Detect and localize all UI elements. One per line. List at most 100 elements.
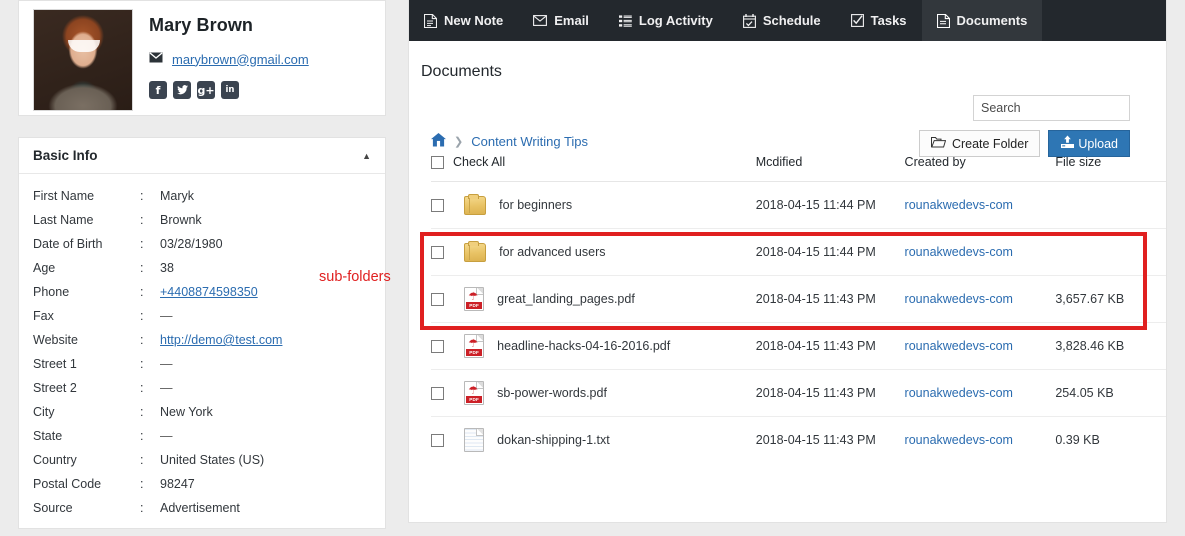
modified-date: 2018-04-15 11:44 PM: [755, 181, 905, 229]
info-value: 38: [160, 261, 174, 275]
table-row[interactable]: dokan-shipping-1.txt 2018-04-15 11:43 PM r…: [431, 416, 1166, 464]
document-icon: [936, 13, 950, 28]
column-header-modified[interactable]: Mcdified: [756, 155, 905, 182]
file-size: 3,828.46 KB: [1055, 322, 1166, 370]
row-checkbox[interactable]: [431, 293, 444, 307]
documents-table: Check All Mcdified Created by File size …: [431, 155, 1166, 464]
info-value: Advertisement: [160, 501, 240, 515]
info-colon: :: [140, 501, 144, 515]
create-folder-button[interactable]: Create Folder: [918, 130, 1041, 157]
info-row: Fax: —: [19, 304, 385, 328]
file-size: [1055, 181, 1166, 229]
google-plus-icon[interactable]: g+: [197, 81, 215, 99]
info-colon: :: [140, 213, 144, 227]
info-label: Phone: [33, 285, 70, 299]
row-checkbox[interactable]: [431, 199, 444, 213]
created-by-link[interactable]: rounakwedevs-com: [905, 433, 1013, 447]
created-by-link[interactable]: rounakwedevs-com: [905, 292, 1013, 306]
tab-schedule[interactable]: Schedule: [728, 0, 836, 41]
table-row[interactable]: for advanced users 2018-04-15 11:44 PM rou…: [431, 228, 1166, 276]
check-square-icon: [850, 14, 864, 27]
documents-toolbar: Documents Create Folder Upload: [421, 41, 1154, 157]
modified-date: 2018-04-15 11:43 PM: [755, 369, 905, 417]
avatar: [33, 9, 133, 111]
file-name[interactable]: sb-power-words.pdf: [497, 386, 607, 400]
breadcrumb-current[interactable]: Content Writing Tips: [471, 134, 588, 149]
info-label: State: [33, 429, 63, 443]
info-label: Postal Code: [33, 477, 102, 491]
info-row: Country: United States (US): [19, 448, 385, 472]
file-size: 0.39 KB: [1055, 416, 1166, 464]
row-checkbox[interactable]: [431, 340, 444, 354]
file-name[interactable]: great_landing_pages.pdf: [497, 292, 635, 306]
modified-date: 2018-04-15 11:44 PM: [755, 228, 905, 276]
column-header-file-size[interactable]: File size: [1055, 155, 1166, 182]
tab-documents[interactable]: Documents: [921, 0, 1043, 41]
row-checkbox[interactable]: [431, 387, 444, 401]
folder-icon: [464, 193, 487, 215]
pdf-icon: ☂ PDF: [464, 287, 485, 311]
created-by-link[interactable]: rounakwedevs-com: [905, 245, 1013, 259]
tab-label: Tasks: [870, 13, 907, 28]
list-icon: [618, 14, 632, 27]
basic-info-header[interactable]: Basic Info ▲: [19, 138, 385, 174]
info-colon: :: [140, 189, 144, 203]
linkedin-icon[interactable]: in: [221, 81, 239, 99]
table-row[interactable]: ☂ PDF headline-hacks-04-16-2016.pdf 2018-04…: [431, 322, 1166, 370]
table-row[interactable]: for beginners 2018-04-15 11:44 PM rounakwe…: [431, 181, 1166, 229]
info-row: Last Name: Brownk: [19, 208, 385, 232]
info-colon: :: [140, 285, 144, 299]
social-links: f g+ in: [149, 81, 309, 99]
tab-bar: New Note Email Log Activity Schedule Tasks Do…: [409, 0, 1166, 41]
created-by-link[interactable]: rounakwedevs-com: [905, 198, 1013, 212]
info-value: Brownk: [160, 213, 202, 227]
table-row[interactable]: ☂ PDF great_landing_pages.pdf 2018-04-15 11…: [431, 275, 1166, 323]
twitter-icon[interactable]: [173, 81, 191, 99]
file-name[interactable]: for advanced users: [499, 245, 605, 259]
info-colon: :: [140, 237, 144, 251]
page-title: Mary Brown: [149, 15, 254, 35]
table-header-row: Check All Mcdified Created by File size: [431, 155, 1166, 182]
info-label: Source: [33, 501, 73, 515]
file-name[interactable]: for beginners: [499, 198, 572, 212]
table-row[interactable]: ☂ PDF sb-power-words.pdf 2018-04-15 11:43 P…: [431, 369, 1166, 417]
created-by-link[interactable]: rounakwedevs-com: [905, 339, 1013, 353]
column-header-check-all: Check All: [453, 155, 506, 169]
info-value[interactable]: +4408874598350: [160, 285, 258, 299]
folder-open-icon: [930, 136, 947, 151]
modified-date: 2018-04-15 11:43 PM: [755, 322, 905, 370]
info-row: City: New York: [19, 400, 385, 424]
file-name[interactable]: headline-hacks-04-16-2016.pdf: [497, 339, 670, 353]
search-input[interactable]: [973, 95, 1130, 121]
check-all-checkbox[interactable]: [431, 155, 444, 169]
column-header-created-by[interactable]: Created by: [905, 155, 1056, 182]
info-colon: :: [140, 333, 144, 347]
home-icon[interactable]: [431, 133, 446, 150]
facebook-icon[interactable]: f: [149, 81, 167, 99]
info-value[interactable]: http://demo@test.com: [160, 333, 282, 347]
tab-email[interactable]: Email: [518, 0, 604, 41]
info-row: First Name: Maryk: [19, 184, 385, 208]
created-by-link[interactable]: rounakwedevs-com: [905, 386, 1013, 400]
email-link[interactable]: marybrown@gmail.com: [172, 52, 309, 67]
tab-tasks[interactable]: Tasks: [836, 0, 922, 41]
caret-up-icon[interactable]: ▲: [362, 151, 371, 161]
row-checkbox[interactable]: [431, 246, 444, 260]
upload-button[interactable]: Upload: [1048, 130, 1130, 157]
file-name[interactable]: dokan-shipping-1.txt: [497, 433, 610, 447]
tab-label: Schedule: [762, 13, 821, 28]
file-size: 254.05 KB: [1055, 369, 1166, 417]
info-value: —: [160, 381, 173, 395]
file-size: 3,657.67 KB: [1055, 275, 1166, 323]
profile-sidebar: Mary Brown marybrown@gmail.com f g+ in B…: [18, 0, 386, 529]
note-icon: [424, 13, 437, 28]
row-checkbox[interactable]: [431, 434, 444, 448]
tab-log-activity[interactable]: Log Activity: [604, 0, 728, 41]
tab-new-note[interactable]: New Note: [409, 0, 518, 41]
info-label: Street 2: [33, 381, 77, 395]
basic-info-title: Basic Info: [33, 148, 98, 163]
info-colon: :: [140, 357, 144, 371]
profile-card: Mary Brown marybrown@gmail.com f g+ in: [18, 0, 386, 116]
envelope-icon: [533, 15, 548, 26]
basic-info-card: Basic Info ▲ First Name: Maryk Last Name: B…: [18, 137, 386, 529]
